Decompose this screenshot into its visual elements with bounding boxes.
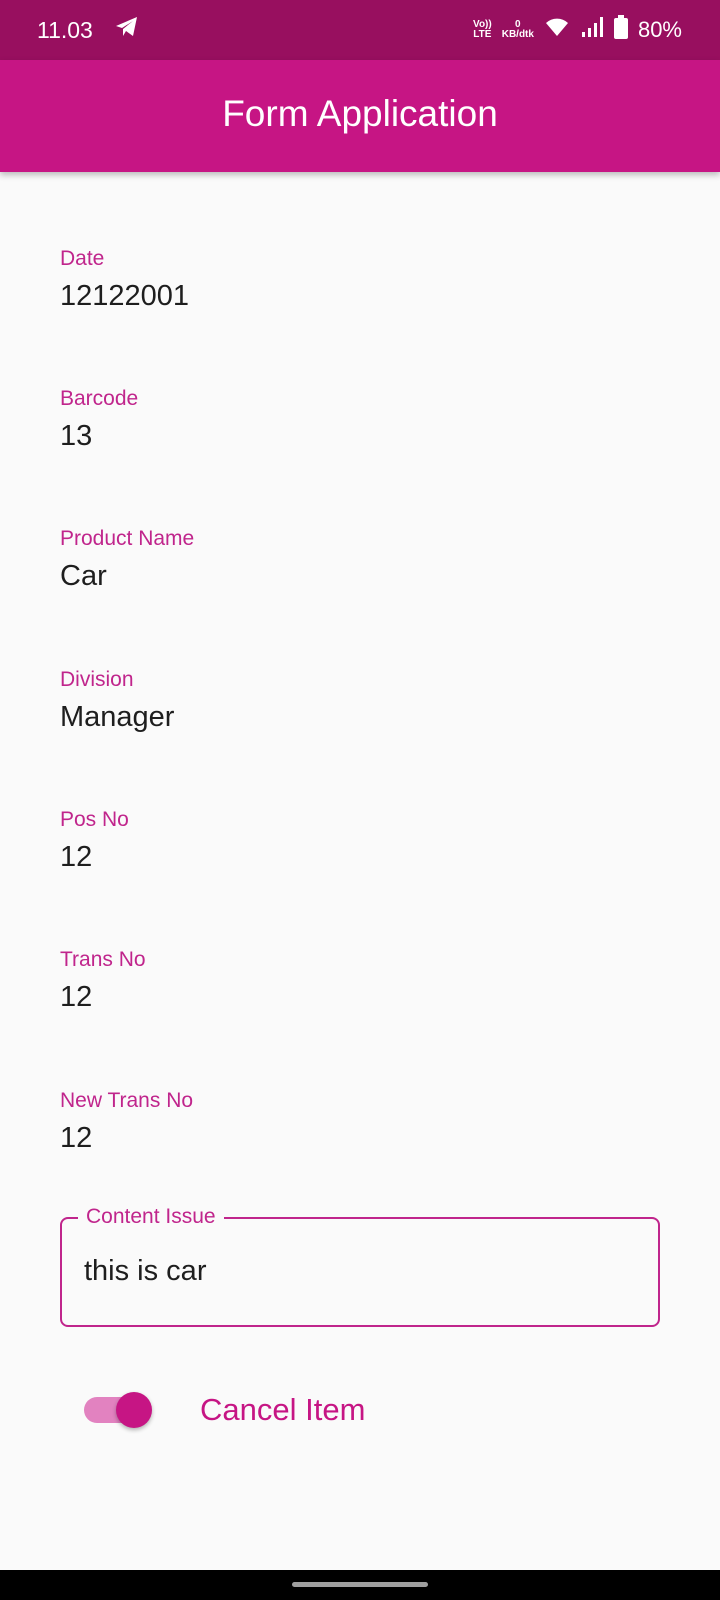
volte-bottom: LTE [473, 29, 492, 40]
content-issue-value[interactable]: this is car [84, 1253, 206, 1289]
wifi-icon [544, 16, 570, 44]
status-left: 11.03 [37, 16, 139, 44]
net-speed-unit: KB/dtk [501, 29, 534, 40]
content-issue-label: Content Issue [78, 1204, 224, 1230]
product-name-field: Product Name Car [60, 526, 194, 594]
navigation-bar [0, 1570, 720, 1600]
field-value: 12 [60, 981, 93, 1013]
field-value: 12 [60, 1122, 93, 1154]
field-value: 12 [60, 841, 93, 873]
cancel-item-switch[interactable] [84, 1390, 152, 1430]
status-time: 11.03 [37, 16, 93, 43]
status-right: Vo)) LTE 0 KB/dtk 80% [473, 15, 682, 45]
page-title: Form Application [222, 93, 498, 134]
home-gesture-handle[interactable] [292, 1582, 428, 1587]
volte-indicator: Vo)) LTE [473, 20, 492, 40]
cancel-item-label[interactable]: Cancel Item [200, 1392, 365, 1428]
battery-icon [613, 15, 628, 45]
field-label: Date [60, 247, 105, 270]
field-label: Product Name [60, 527, 195, 550]
cancel-item-row: Cancel Item [84, 1390, 365, 1430]
trans-no-field: Trans No 12 [60, 947, 146, 1015]
field-label: Barcode [60, 387, 139, 410]
field-value: 13 [60, 420, 93, 452]
field-value: 12122001 [60, 280, 190, 312]
field-label: Division [60, 668, 134, 691]
content-issue-input[interactable]: Content Issue this is car [60, 1204, 660, 1327]
net-speed: 0 KB/dtk [502, 20, 534, 40]
division-field: Division Manager [60, 667, 174, 735]
telegram-icon [115, 16, 139, 44]
date-field: Date 12122001 [60, 246, 189, 314]
field-label: New Trans No [60, 1089, 194, 1112]
battery-percent: 80% [637, 17, 682, 42]
switch-thumb[interactable] [116, 1392, 152, 1428]
signal-icon [580, 16, 604, 44]
field-value: Manager [60, 701, 175, 733]
field-label: Pos No [60, 808, 129, 831]
pos-no-field: Pos No 12 [60, 807, 129, 875]
app-bar: Form Application [0, 60, 720, 172]
field-value: Car [60, 560, 107, 592]
new-trans-no-field: New Trans No 12 [60, 1088, 193, 1156]
barcode-field: Barcode 13 [60, 386, 138, 454]
status-bar: 11.03 Vo)) LTE 0 KB/dtk 80% [0, 0, 720, 60]
field-label: Trans No [60, 948, 146, 971]
